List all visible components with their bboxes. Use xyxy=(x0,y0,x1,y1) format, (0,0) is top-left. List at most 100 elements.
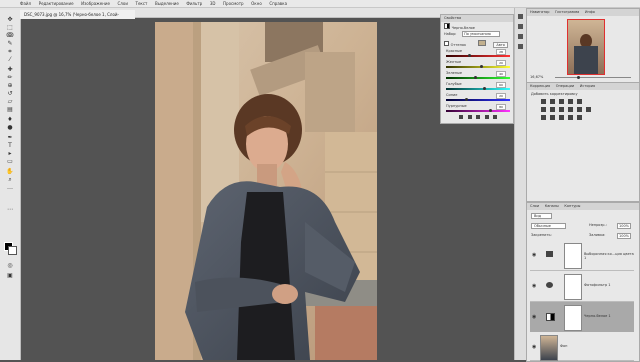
eyedropper-tool-icon[interactable]: ⁄ xyxy=(5,56,15,63)
document-photo[interactable] xyxy=(155,22,377,360)
type-tool-icon[interactable]: T xyxy=(5,142,15,149)
brush-tool-icon[interactable]: ✏ xyxy=(5,74,15,81)
healing-tool-icon[interactable]: ✚ xyxy=(5,66,15,73)
menu-type[interactable]: Текст xyxy=(136,0,148,7)
layer-kind-filter[interactable]: Вид xyxy=(531,213,553,219)
background-layer-thumbnail[interactable] xyxy=(540,335,558,361)
menu-edit[interactable]: Редактирование xyxy=(39,0,74,7)
menu-layers[interactable]: Слои xyxy=(118,0,128,7)
tab-navigator[interactable]: Навигатор xyxy=(530,10,550,14)
hue-saturation-icon[interactable] xyxy=(541,107,546,112)
zoom-slider-knob[interactable] xyxy=(577,76,580,79)
layer-row-background[interactable]: ◉ Фон xyxy=(530,332,634,361)
slider-knob[interactable] xyxy=(480,65,484,68)
screen-mode-icon[interactable]: ▣ xyxy=(5,272,15,279)
gradient-tool-icon[interactable]: ▤ xyxy=(5,106,15,113)
tab-info[interactable]: Инфо xyxy=(585,10,595,14)
color-slider-track[interactable] xyxy=(446,87,510,90)
posterize-icon[interactable] xyxy=(550,115,555,120)
curves-icon[interactable] xyxy=(559,99,564,104)
fill-input[interactable]: 100% xyxy=(617,233,632,239)
navigator-thumbnail[interactable] xyxy=(567,19,605,75)
menu-filter[interactable]: Фильтр xyxy=(186,0,202,7)
auto-button[interactable]: Авто xyxy=(493,42,508,48)
eraser-tool-icon[interactable]: ▱ xyxy=(5,98,15,105)
document-tab[interactable]: DSC_9073.jpg @ 16,7% (Черно-белое 1, Сло… xyxy=(20,10,135,26)
slider-knob[interactable] xyxy=(467,54,471,57)
photo-filter-icon[interactable] xyxy=(568,107,573,112)
eye-icon[interactable]: ◉ xyxy=(532,344,536,350)
menu-help[interactable]: Справка xyxy=(269,0,287,7)
more-tools-icon[interactable]: … xyxy=(5,184,15,191)
blur-tool-icon[interactable]: ♦ xyxy=(5,116,15,123)
move-tool-icon[interactable]: ✥ xyxy=(5,16,15,23)
invert-icon[interactable] xyxy=(541,115,546,120)
vibrance-icon[interactable] xyxy=(577,99,582,104)
tab-actions[interactable]: Операции xyxy=(556,84,575,88)
gradient-map-icon[interactable] xyxy=(568,115,573,120)
quick-mask-icon[interactable]: ◎ xyxy=(5,262,15,269)
eye-icon[interactable]: ◉ xyxy=(532,252,536,258)
color-slider-track[interactable] xyxy=(446,54,510,57)
crop-tool-icon[interactable]: ⌗ xyxy=(5,48,15,55)
reset-icon[interactable] xyxy=(476,115,481,119)
zoom-value[interactable]: 16,67% xyxy=(530,75,543,79)
quick-select-tool-icon[interactable]: ✎ xyxy=(5,40,15,47)
layer-row-photo-filter[interactable]: ◉ Фотофильтр 1 xyxy=(530,271,634,302)
marquee-tool-icon[interactable]: ⬚ xyxy=(5,24,15,31)
layer-name[interactable]: Фотофильтр 1 xyxy=(584,283,611,287)
character-panel-icon[interactable] xyxy=(518,44,523,49)
background-color-swatch[interactable] xyxy=(8,246,17,255)
selective-color-icon[interactable] xyxy=(577,115,582,120)
history-brush-tool-icon[interactable]: ↺ xyxy=(5,90,15,97)
lasso-tool-icon[interactable]: ↂ xyxy=(5,32,15,39)
view-previous-icon[interactable] xyxy=(467,115,472,119)
layer-name[interactable]: Фон xyxy=(560,344,567,348)
tab-adjustments[interactable]: Коррекция xyxy=(530,84,550,88)
slider-knob[interactable] xyxy=(483,87,487,90)
menu-3d[interactable]: 3D xyxy=(210,0,216,7)
slider-knob[interactable] xyxy=(473,76,477,79)
tint-checkbox[interactable] xyxy=(444,41,449,46)
menu-image[interactable]: Изображение xyxy=(81,0,110,7)
tab-histogram[interactable]: Гистограмма xyxy=(555,10,579,14)
black-white-icon[interactable] xyxy=(559,107,564,112)
menu-select[interactable]: Выделение xyxy=(155,0,179,7)
color-lookup-icon[interactable] xyxy=(586,107,591,112)
toggle-visibility-icon[interactable] xyxy=(484,115,489,119)
zoom-tool-icon[interactable]: ⌕ xyxy=(5,176,15,183)
opacity-input[interactable]: 100% xyxy=(617,223,632,229)
history-panel-icon[interactable] xyxy=(518,14,523,19)
tab-history[interactable]: История xyxy=(580,84,595,88)
eye-icon[interactable]: ◉ xyxy=(532,283,536,289)
delete-adjustment-icon[interactable] xyxy=(493,115,498,119)
slider-knob[interactable] xyxy=(489,109,493,112)
tab-properties[interactable]: Свойства xyxy=(444,16,461,20)
color-balance-icon[interactable] xyxy=(550,107,555,112)
layer-mask-thumbnail[interactable] xyxy=(564,243,582,269)
channel-mixer-icon[interactable] xyxy=(577,107,582,112)
preset-select[interactable]: По умолчанию xyxy=(462,31,500,37)
blend-mode-select[interactable]: Обычные xyxy=(531,223,566,229)
tint-color-swatch[interactable] xyxy=(477,40,486,46)
layer-mask-thumbnail[interactable] xyxy=(564,274,582,300)
tab-layers[interactable]: Слои xyxy=(530,204,539,208)
color-slider-track[interactable] xyxy=(446,109,510,112)
layer-name[interactable]: Выборочная ко...ция цвета 1 xyxy=(584,252,634,260)
properties-panel-icon[interactable] xyxy=(518,24,523,29)
pen-tool-icon[interactable]: ✒ xyxy=(5,134,15,141)
zoom-slider[interactable] xyxy=(555,76,631,79)
eye-icon[interactable]: ◉ xyxy=(532,314,536,320)
color-slider-track[interactable] xyxy=(446,76,510,79)
layer-row-black-white[interactable]: ◉ Черно-белое 1 xyxy=(530,302,634,333)
clip-to-layer-icon[interactable] xyxy=(459,115,463,119)
color-slider-track[interactable] xyxy=(446,65,510,68)
dodge-tool-icon[interactable]: ● xyxy=(5,124,15,131)
tab-channels[interactable]: Каналы xyxy=(545,204,559,208)
tab-paths[interactable]: Контуры xyxy=(564,204,580,208)
color-slider-track[interactable] xyxy=(446,98,510,101)
layer-mask-thumbnail[interactable] xyxy=(564,305,582,331)
menu-view[interactable]: Просмотр xyxy=(223,0,244,7)
clone-tool-icon[interactable]: ⊕ xyxy=(5,82,15,89)
menu-window[interactable]: Окно xyxy=(251,0,262,7)
